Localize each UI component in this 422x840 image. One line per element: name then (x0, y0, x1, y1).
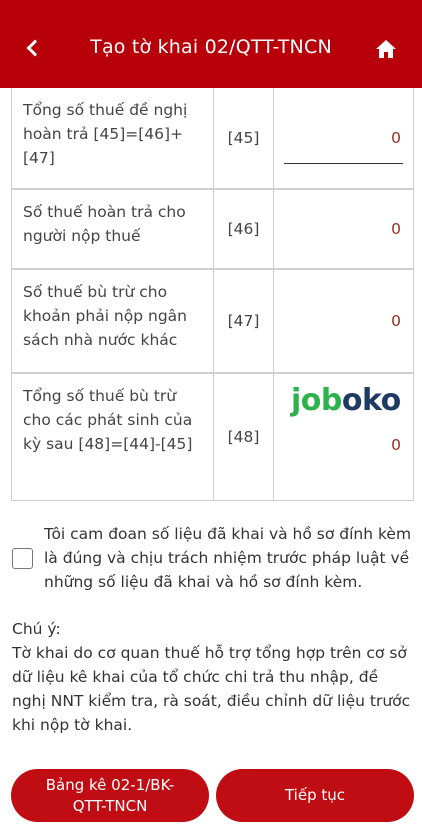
joboko-watermark-logo: joboko (291, 384, 403, 424)
joboko-logo-text: joboko (291, 384, 403, 418)
value-field-45[interactable]: 0 (274, 88, 413, 188)
value-field-48: joboko 0 (274, 374, 413, 500)
table-row: Số thuế hoàn trả cho người nộp thuế [46]… (12, 190, 413, 270)
app-header: Tạo tờ khai 02/QTT-TNCN (0, 0, 422, 88)
value-text: 0 (391, 220, 401, 238)
value-field-46: 0 (274, 190, 413, 268)
value-text: 0 (391, 312, 401, 330)
table-row: Số thuế bù trừ cho khoản phải nộp ngân s… (12, 270, 413, 374)
row-code: [48] (214, 374, 274, 500)
page-title: Tạo tờ khai 02/QTT-TNCN (90, 36, 332, 58)
table-row: Tổng số thuế bù trừ cho các phát sinh củ… (12, 374, 413, 500)
back-button[interactable] (22, 35, 44, 61)
row-code: [47] (214, 270, 274, 372)
note-text: Tờ khai do cơ quan thuế hỗ trợ tổng hợp … (12, 644, 411, 734)
value-text: 0 (391, 436, 401, 454)
commitment-checkbox[interactable] (12, 548, 33, 569)
logo-part-1: job (291, 383, 342, 418)
continue-button-label: Tiếp tục (284, 786, 346, 804)
continue-button[interactable]: Tiếp tục (216, 769, 414, 822)
row-label: Tổng số thuế đề nghị hoàn trả [45]=[46]+… (12, 88, 214, 188)
input-underline (284, 163, 403, 164)
row-label: Số thuế bù trừ cho khoản phải nộp ngân s… (12, 270, 214, 372)
chevron-left-icon (26, 39, 44, 57)
row-code: [46] (214, 190, 274, 268)
note-section: Chú ý: Tờ khai do cơ quan thuế hỗ trợ tổ… (12, 617, 414, 737)
row-code: [45] (214, 88, 274, 188)
appendix-button-label: Bảng kê 02-1/BK-QTT-TNCN (45, 775, 175, 815)
note-heading: Chú ý: (12, 620, 61, 638)
value-text: 0 (391, 129, 401, 147)
row-label: Tổng số thuế bù trừ cho các phát sinh củ… (12, 374, 214, 500)
commitment-section: Tôi cam đoan số liệu đã khai và hồ sơ đí… (12, 522, 414, 594)
value-field-47: 0 (274, 270, 413, 372)
logo-part-2: oko (341, 383, 401, 418)
tax-refund-table: Tổng số thuế đề nghị hoàn trả [45]=[46]+… (11, 88, 414, 501)
row-label: Số thuế hoàn trả cho người nộp thuế (12, 190, 214, 268)
commitment-text: Tôi cam đoan số liệu đã khai và hồ sơ đí… (44, 525, 412, 591)
appendix-button[interactable]: Bảng kê 02-1/BK-QTT-TNCN (11, 769, 209, 822)
home-icon[interactable] (374, 38, 398, 60)
table-row: Tổng số thuế đề nghị hoàn trả [45]=[46]+… (12, 88, 413, 190)
